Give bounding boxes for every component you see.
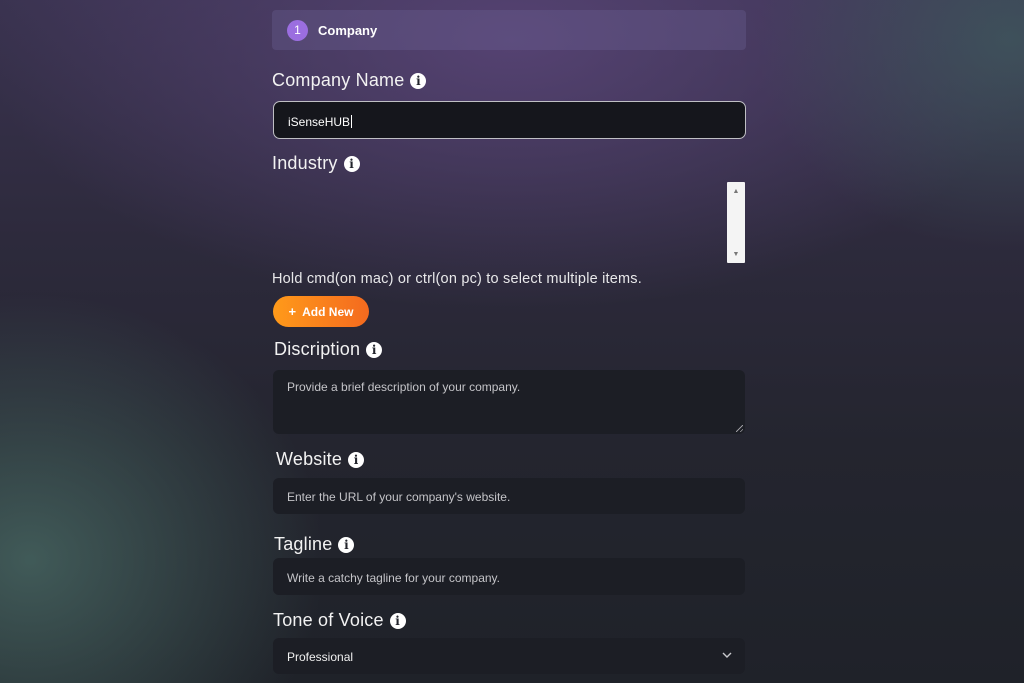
scroll-down-arrow-icon[interactable]: ▼ <box>727 247 745 261</box>
company-name-input[interactable]: iSenseHUB <box>273 101 746 139</box>
description-label: Discription i <box>274 339 383 360</box>
company-name-label: Company Name i <box>272 70 427 91</box>
add-new-button[interactable]: + Add New <box>273 296 369 327</box>
step-title: Company <box>318 22 378 38</box>
scroll-up-arrow-icon[interactable]: ▲ <box>727 184 745 198</box>
info-icon[interactable]: i <box>410 72 427 89</box>
website-label: Website i <box>276 449 365 470</box>
info-icon[interactable]: i <box>348 451 365 468</box>
tone-of-voice-label: Tone of Voice i <box>273 610 406 631</box>
description-placeholder: Provide a brief description of your comp… <box>287 380 521 394</box>
resize-handle-icon[interactable] <box>736 425 743 432</box>
info-icon[interactable]: i <box>338 536 355 553</box>
website-placeholder: Enter the URL of your company's website. <box>287 490 511 504</box>
description-textarea[interactable]: Provide a brief description of your comp… <box>273 370 745 434</box>
tone-of-voice-label-text: Tone of Voice <box>273 610 384 630</box>
tagline-label-text: Tagline <box>274 534 333 554</box>
industry-multiselect-scrollbar[interactable]: ▲ ▼ <box>727 182 745 263</box>
step-header[interactable]: 1 Company <box>272 10 746 50</box>
tone-of-voice-select[interactable]: Professional <box>273 638 745 674</box>
website-input[interactable]: Enter the URL of your company's website. <box>273 478 745 514</box>
tagline-placeholder: Write a catchy tagline for your company. <box>287 571 500 585</box>
industry-label: Industry i <box>272 153 360 174</box>
text-caret <box>351 115 353 128</box>
plus-icon: + <box>288 304 297 319</box>
company-name-label-text: Company Name <box>272 70 405 90</box>
company-name-value: iSenseHUB <box>288 115 353 129</box>
tagline-label: Tagline i <box>274 534 355 555</box>
step-number-badge: 1 <box>287 19 308 41</box>
chevron-down-icon <box>722 652 732 658</box>
info-icon[interactable]: i <box>366 341 383 358</box>
tagline-input[interactable]: Write a catchy tagline for your company. <box>273 558 745 595</box>
info-icon[interactable]: i <box>343 155 360 172</box>
industry-multiselect-hint: Hold cmd(on mac) or ctrl(on pc) to selec… <box>272 271 642 287</box>
description-label-text: Discription <box>274 339 361 359</box>
add-new-label: Add New <box>302 304 354 319</box>
industry-label-text: Industry <box>272 153 338 173</box>
info-icon[interactable]: i <box>389 612 406 629</box>
website-label-text: Website <box>276 449 343 469</box>
tone-of-voice-selected: Professional <box>287 650 354 664</box>
